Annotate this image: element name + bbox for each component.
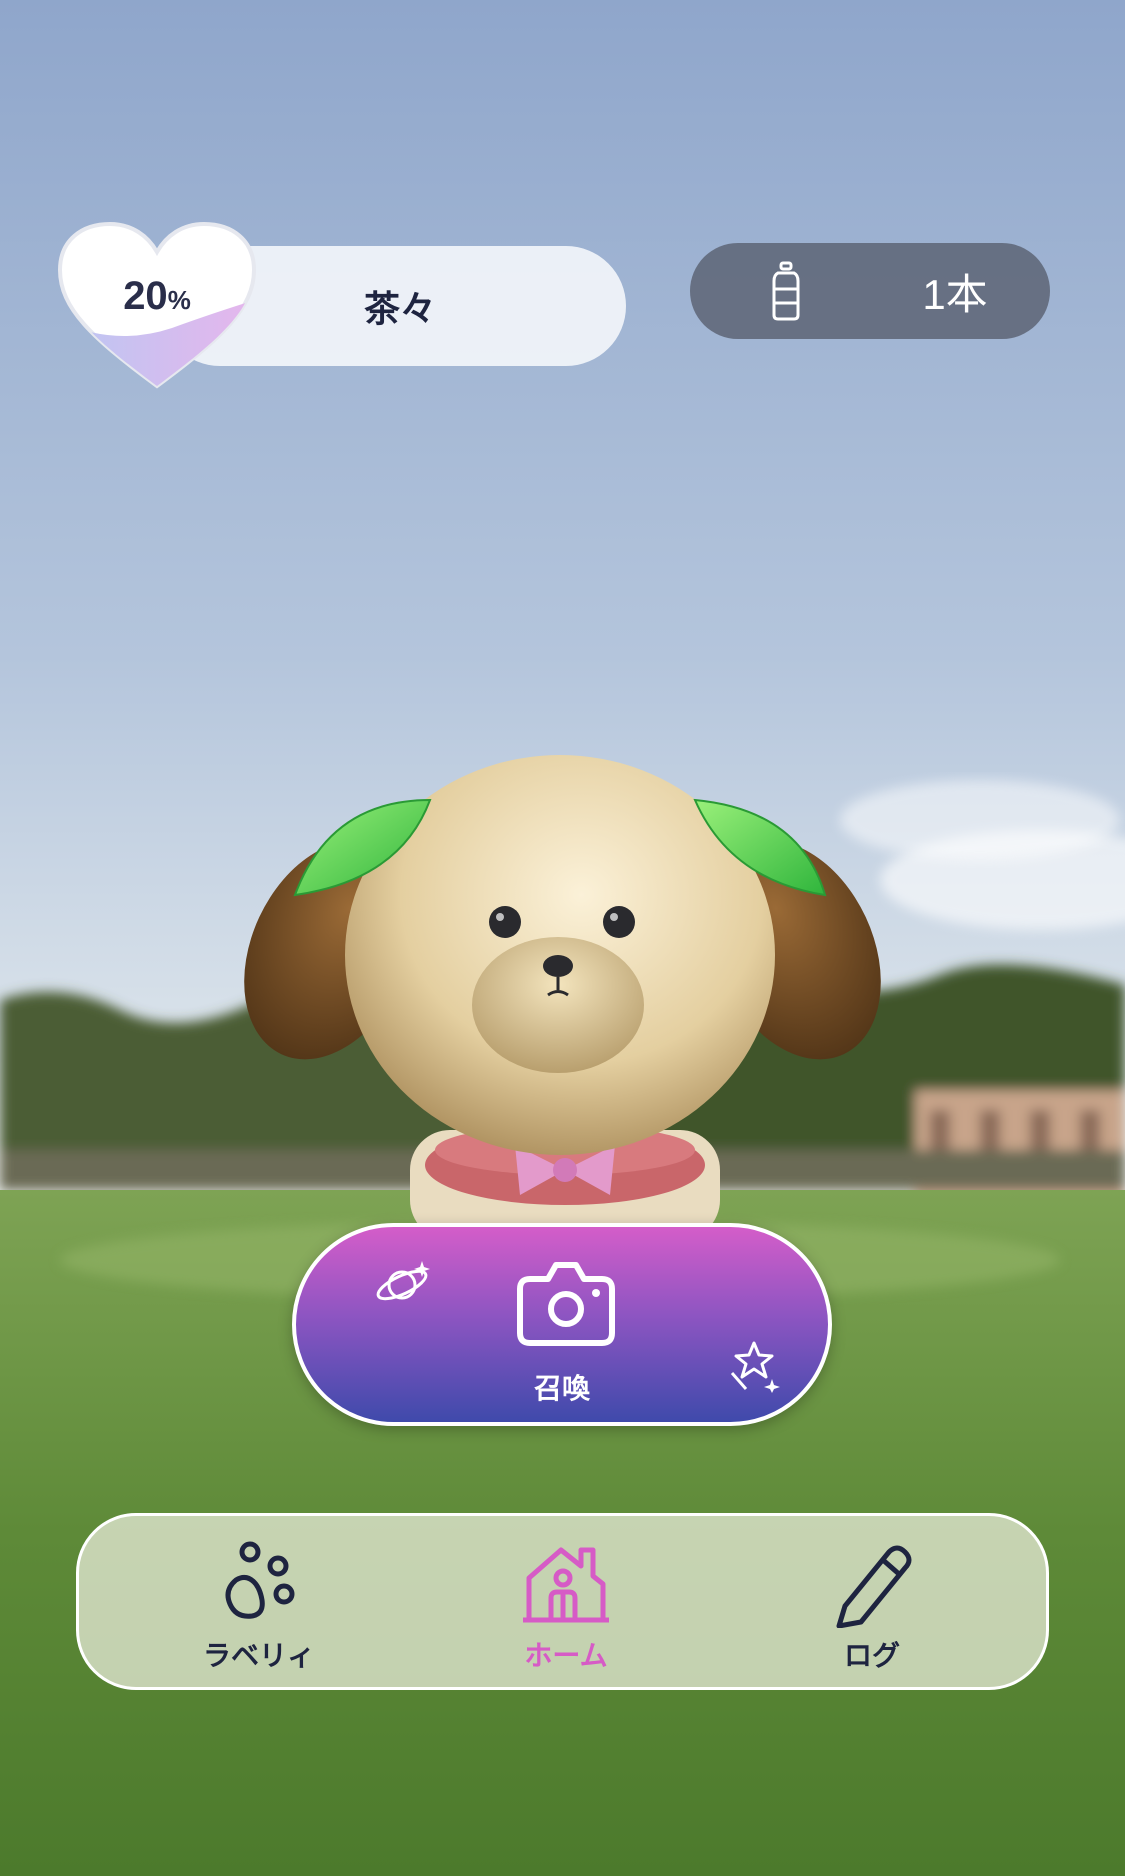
nav-item-log[interactable]: ログ: [772, 1538, 972, 1672]
nav-label-home: ホーム: [524, 1639, 608, 1672]
nav-item-home[interactable]: ホーム: [466, 1538, 666, 1672]
nav-item-laberry[interactable]: ラベリィ: [159, 1538, 359, 1672]
bottom-nav: ラベリィ ホーム ログ: [76, 1513, 1049, 1690]
home-icon: [523, 1547, 609, 1623]
affection-value: 20: [123, 274, 168, 318]
shooting-star-icon: [730, 1341, 780, 1393]
affection-percent: 20%: [52, 274, 262, 319]
affection-heart: 20%: [52, 218, 262, 393]
bottle-icon: [772, 261, 800, 321]
pet-name: 茶々: [363, 289, 436, 330]
nav-label-log: ログ: [843, 1639, 900, 1672]
pencil-icon: [836, 1545, 912, 1628]
paw-icon: [225, 1541, 295, 1619]
nav-label-laberry: ラベリィ: [202, 1639, 315, 1672]
planet-icon: [376, 1261, 430, 1301]
camera-icon: [517, 1262, 615, 1346]
affection-unit: %: [167, 285, 191, 315]
bottle-count-pill[interactable]: 1本: [690, 243, 1050, 339]
bottle-count: 1本: [922, 270, 988, 318]
summon-button[interactable]: 召喚: [292, 1223, 832, 1426]
